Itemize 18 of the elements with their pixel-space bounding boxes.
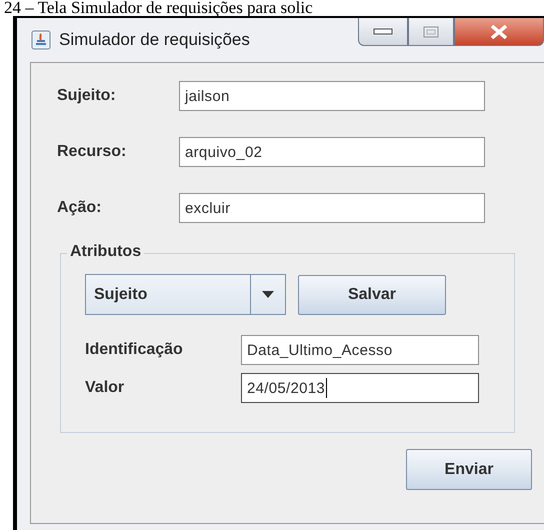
dropdown[interactable]: Sujeito — [85, 274, 286, 315]
close-icon[interactable] — [454, 18, 544, 46]
input-field[interactable]: Data_Ultimo_Acesso — [241, 335, 479, 365]
app-icon — [31, 30, 51, 50]
save-button[interactable]: Salvar — [298, 274, 446, 314]
field-label: Sujeito: — [57, 87, 117, 105]
input-field[interactable]: arquivo_02 — [179, 137, 485, 167]
field-label: Valor — [85, 379, 126, 397]
input-field[interactable]: jailson — [179, 81, 485, 111]
maximize-icon[interactable] — [408, 18, 454, 46]
field-label: Recurso: — [57, 143, 128, 161]
minimize-icon[interactable] — [358, 18, 408, 46]
field-label: Identificação — [85, 341, 184, 359]
input-field[interactable]: excluir — [179, 193, 485, 223]
input-field[interactable]: 24/05/2013 — [241, 373, 479, 403]
window-title: Simulador de requisições — [59, 30, 250, 50]
field-label: Ação: — [57, 199, 102, 217]
send-button[interactable]: Enviar — [406, 449, 532, 490]
